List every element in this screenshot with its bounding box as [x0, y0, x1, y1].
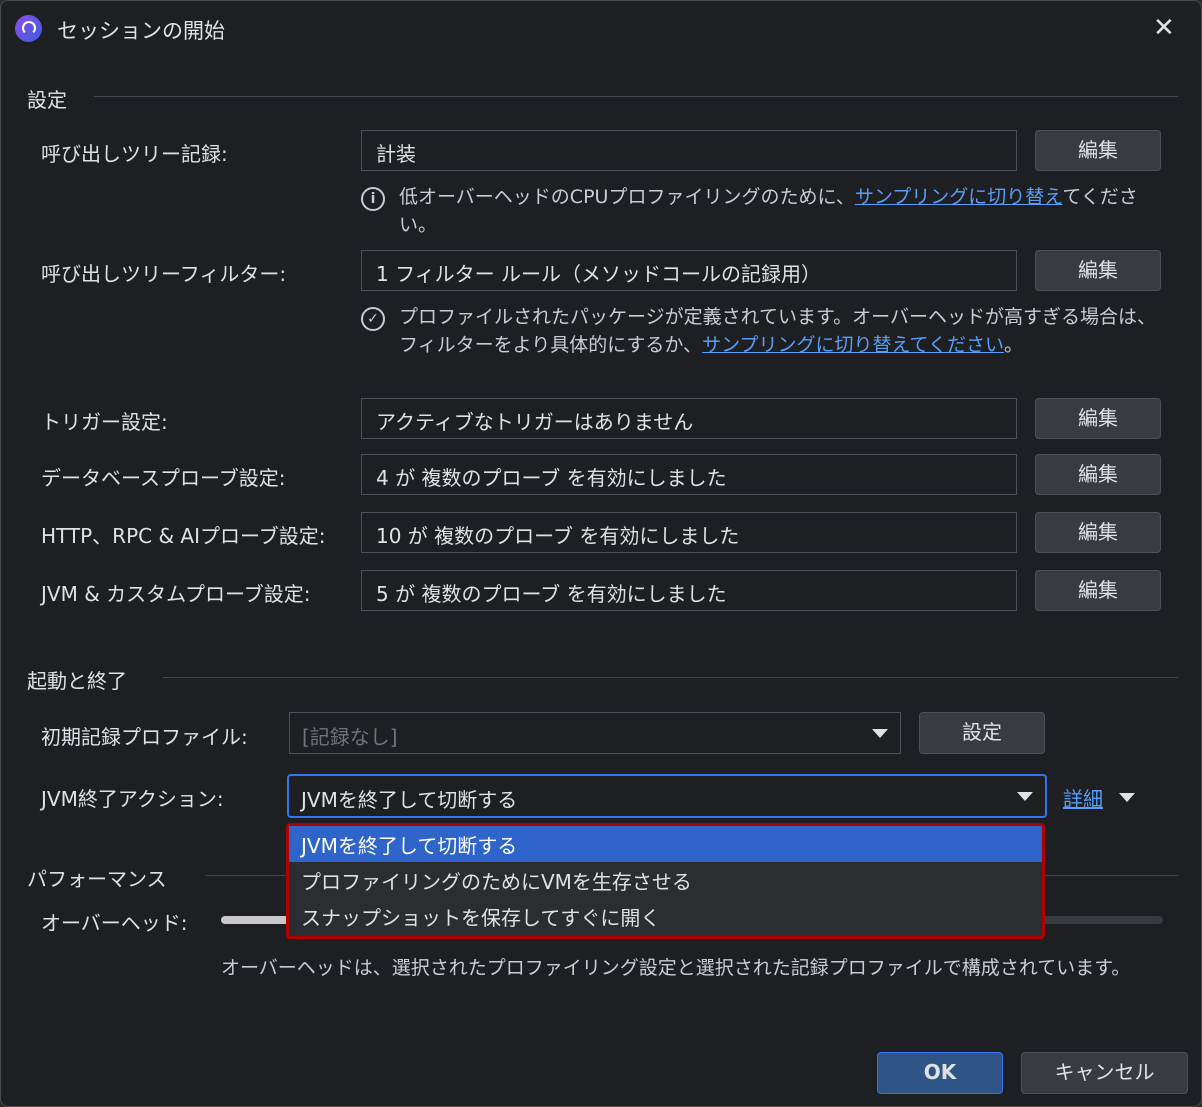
section-settings: 設定: [27, 88, 67, 112]
jvm-probe-field: 5 が 複数のプローブ を有効にしました: [361, 570, 1017, 611]
check-circle-icon: ✓: [361, 307, 385, 331]
call-tree-filter-field: 1 フィルター ルール（メソッドコールの記録用）: [361, 250, 1017, 291]
database-probe-field: 4 が 複数のプローブ を有効にしました: [361, 454, 1017, 495]
ok-button[interactable]: OK: [877, 1052, 1003, 1094]
edit-call-tree-recording-button[interactable]: 編集: [1035, 130, 1161, 171]
chevron-down-icon: [872, 729, 888, 738]
divider: [163, 677, 1178, 678]
jvm-exit-action-select[interactable]: JVMを終了して切断する: [287, 774, 1047, 818]
recording-note: 低オーバーヘッドのCPUプロファイリングのために、サンプリングに切り替えてくださ…: [399, 186, 1138, 236]
filter-note: プロファイルされたパッケージが定義されています。オーバーヘッドが高すぎる場合は、…: [399, 306, 1156, 356]
details-chevron-icon[interactable]: [1119, 793, 1135, 802]
edit-trigger-button[interactable]: 編集: [1035, 398, 1161, 439]
chevron-down-icon: [1017, 792, 1033, 801]
edit-call-tree-filter-button[interactable]: 編集: [1035, 250, 1161, 291]
dropdown-option[interactable]: プロファイリングのためにVMを生存させる: [289, 862, 1042, 898]
edit-database-probe-button[interactable]: 編集: [1035, 454, 1161, 495]
section-startup: 起動と終了: [27, 669, 127, 693]
dialog-title: セッションの開始: [57, 19, 225, 43]
jvm-exit-action-label: JVM終了アクション:: [41, 787, 224, 811]
database-probe-label: データベースプローブ設定:: [41, 466, 286, 490]
switch-sampling-link[interactable]: サンプリングに切り替え: [855, 186, 1062, 208]
call-tree-recording-field: 計装: [361, 130, 1017, 171]
close-icon[interactable]: ✕: [1153, 13, 1175, 43]
dropdown-option[interactable]: JVMを終了して切断する: [289, 826, 1042, 862]
overhead-description: オーバーヘッドは、選択されたプロファイリング設定と選択された記録プロファイルで構…: [221, 957, 1131, 979]
overhead-label: オーバーヘッド:: [41, 911, 188, 935]
initial-profile-settings-button[interactable]: 設定: [919, 712, 1045, 754]
trigger-settings-field: アクティブなトリガーはありません: [361, 398, 1017, 439]
edit-jvm-probe-button[interactable]: 編集: [1035, 570, 1161, 611]
cancel-button[interactable]: キャンセル: [1021, 1052, 1188, 1094]
details-link[interactable]: 詳細: [1063, 783, 1103, 812]
jvm-exit-action-value: JVMを終了して切断する: [301, 788, 518, 812]
edit-http-probe-button[interactable]: 編集: [1035, 512, 1161, 553]
trigger-settings-label: トリガー設定:: [41, 410, 168, 434]
app-icon: [15, 15, 42, 42]
call-tree-recording-label: 呼び出しツリー記録:: [41, 142, 228, 166]
jvm-probe-label: JVM & カスタムプローブ設定:: [41, 582, 311, 606]
section-performance: パフォーマンス: [27, 867, 167, 891]
jvm-exit-action-dropdown: JVMを終了して切断する プロファイリングのためにVMを生存させる スナップショ…: [286, 823, 1045, 939]
divider: [94, 96, 1178, 97]
call-tree-filter-label: 呼び出しツリーフィルター:: [41, 262, 287, 286]
info-icon: i: [361, 187, 385, 211]
dropdown-option[interactable]: スナップショットを保存してすぐに開く: [289, 898, 1042, 934]
http-probe-label: HTTP、RPC & AIプローブ設定:: [41, 524, 326, 548]
switch-sampling-link-2[interactable]: サンプリングに切り替えてください: [702, 334, 1004, 356]
initial-profile-label: 初期記録プロファイル:: [41, 725, 248, 749]
http-probe-field: 10 が 複数のプローブ を有効にしました: [361, 512, 1017, 553]
initial-profile-value: [記録なし]: [302, 725, 398, 749]
initial-profile-select[interactable]: [記録なし]: [289, 712, 901, 754]
session-start-dialog: セッションの開始 ✕ 設定 呼び出しツリー記録: 計装 編集 i 低オーバーヘッ…: [0, 0, 1202, 1107]
